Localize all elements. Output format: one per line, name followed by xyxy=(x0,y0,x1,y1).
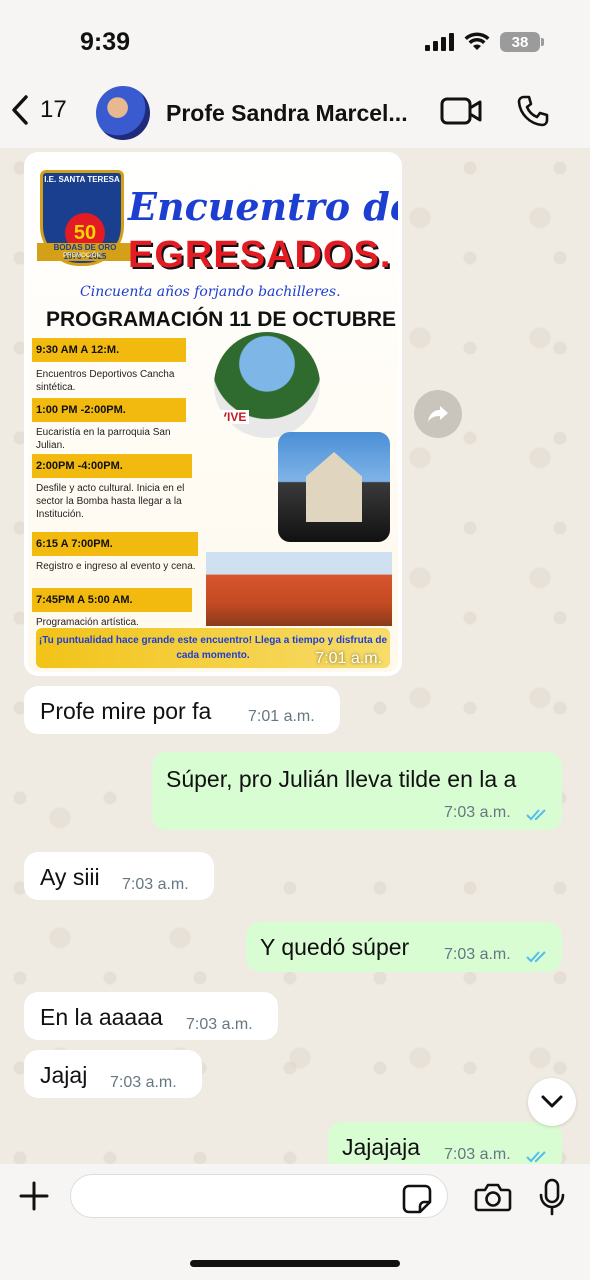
message-time: 7:01 a.m. xyxy=(248,708,315,725)
forward-button[interactable] xyxy=(414,390,462,438)
outgoing-message[interactable]: Y quedó súper 7:03 a.m. xyxy=(246,922,562,972)
message-text: Jajaj xyxy=(40,1062,88,1088)
avatar[interactable] xyxy=(96,86,150,140)
crest-band-text: BODAS DE ORO xyxy=(53,243,117,252)
status-icons: 38 xyxy=(425,32,544,52)
message-time: 7:01 a.m. xyxy=(315,650,382,667)
wifi-icon xyxy=(464,32,490,50)
scroll-to-bottom-button[interactable] xyxy=(528,1078,576,1126)
incoming-message[interactable]: Profe mire por fa 7:01 a.m. xyxy=(24,686,340,734)
forward-icon xyxy=(428,406,448,422)
phone-icon xyxy=(517,95,549,127)
message-time: 7:03 a.m. xyxy=(122,876,189,893)
poster-title-line2: EGRESADOS. xyxy=(128,234,392,276)
read-receipt-icon xyxy=(526,951,546,963)
message-input-bar xyxy=(0,1164,590,1280)
video-call-button[interactable] xyxy=(440,96,482,131)
voice-call-button[interactable] xyxy=(516,94,550,133)
poster-title-line1: Encuentro de xyxy=(128,184,398,229)
sticker-icon xyxy=(402,1184,432,1214)
video-camera-icon xyxy=(440,97,482,125)
poster-subtitle: Cincuenta años forjando bachilleres. xyxy=(80,284,341,300)
unread-count: 17 xyxy=(40,96,67,123)
message-time: 7:03 a.m. xyxy=(444,1146,511,1163)
incoming-message[interactable]: Ay siii 7:03 a.m. xyxy=(24,852,214,900)
message-time: 7:03 a.m. xyxy=(110,1074,177,1091)
school-crest: I.E. SANTA TERESA 50 BODAS DE ORO 1976 -… xyxy=(37,170,133,266)
message-text: Y quedó súper xyxy=(260,934,410,960)
chevron-down-icon xyxy=(541,1095,563,1108)
cellular-signal-icon xyxy=(425,33,454,51)
voice-message-button[interactable] xyxy=(538,1178,566,1221)
camera-icon xyxy=(474,1183,512,1212)
message-text: Súper, pro Julián lleva tilde en la a xyxy=(166,766,517,792)
incoming-message[interactable]: Jajaj 7:03 a.m. xyxy=(24,1050,202,1098)
read-receipt-icon xyxy=(526,809,546,821)
status-time: 9:39 xyxy=(80,28,131,56)
crest-promo: PROMOCIÓN xyxy=(63,253,101,259)
schedule-desc: Desfile y acto cultural. Inicia en el se… xyxy=(36,483,185,520)
banner-text: VIVE xyxy=(216,410,250,424)
event-poster-image[interactable]: I.E. SANTA TERESA 50 BODAS DE ORO 1976 -… xyxy=(28,156,398,672)
message-text: Jajajaja xyxy=(342,1134,420,1160)
incoming-message[interactable]: En la aaaaa 7:03 a.m. xyxy=(24,992,278,1040)
chevron-left-icon xyxy=(12,95,28,125)
schedule-time: 9:30 AM A 12:M. xyxy=(32,338,186,362)
schedule-desc: Encuentros Deportivos Cancha sintética. xyxy=(36,369,175,393)
battery-indicator: 38 xyxy=(500,32,544,52)
schedule-desc: Eucaristía en la parroquia San Julian. xyxy=(36,427,171,451)
read-receipt-icon xyxy=(526,1151,546,1163)
schedule-time: 6:15 A 7:00PM. xyxy=(32,532,198,556)
message-time: 7:03 a.m. xyxy=(444,804,511,821)
outgoing-message[interactable]: Súper, pro Julián lleva tilde en la a 7:… xyxy=(152,752,562,830)
poster-program-heading: PROGRAMACIÓN 11 DE OCTUBRE xyxy=(46,308,397,331)
schedule-time: 1:00 PM -2:00PM. xyxy=(32,398,186,422)
sticker-button[interactable] xyxy=(402,1184,432,1219)
church-photo xyxy=(278,432,390,542)
message-time: 7:03 a.m. xyxy=(186,1016,253,1033)
message-time: 7:03 a.m. xyxy=(444,946,511,963)
home-indicator xyxy=(190,1260,400,1267)
status-bar: 9:39 38 xyxy=(0,0,590,80)
schedule-desc: Registro e ingreso al evento y cena. xyxy=(36,561,196,572)
back-button[interactable]: 17 xyxy=(10,94,67,126)
chat-header: 17 Profe Sandra Marcel... xyxy=(0,80,590,148)
contact-name[interactable]: Profe Sandra Marcel... xyxy=(166,100,426,127)
crest-school-name: I.E. SANTA TERESA xyxy=(44,175,120,184)
chat-area[interactable]: I.E. SANTA TERESA 50 BODAS DE ORO 1976 -… xyxy=(0,148,590,1164)
camera-button[interactable] xyxy=(474,1182,512,1217)
message-text: En la aaaaa xyxy=(40,1004,163,1030)
message-text: Profe mire por fa xyxy=(40,698,212,724)
group-photo: VIVE xyxy=(214,332,320,438)
message-text: Ay siii xyxy=(40,864,100,890)
plus-icon xyxy=(19,1181,49,1211)
schedule-time: 7:45PM A 5:00 AM. xyxy=(32,588,192,612)
microphone-icon xyxy=(539,1178,565,1216)
school-building-photo xyxy=(206,552,392,626)
message-input[interactable] xyxy=(70,1174,448,1218)
image-message[interactable]: I.E. SANTA TERESA 50 BODAS DE ORO 1976 -… xyxy=(24,152,402,676)
outgoing-message[interactable]: Jajajaja 7:03 a.m. xyxy=(328,1122,562,1164)
schedule-time: 2:00PM -4:00PM. xyxy=(32,454,192,478)
attach-button[interactable] xyxy=(18,1180,50,1217)
